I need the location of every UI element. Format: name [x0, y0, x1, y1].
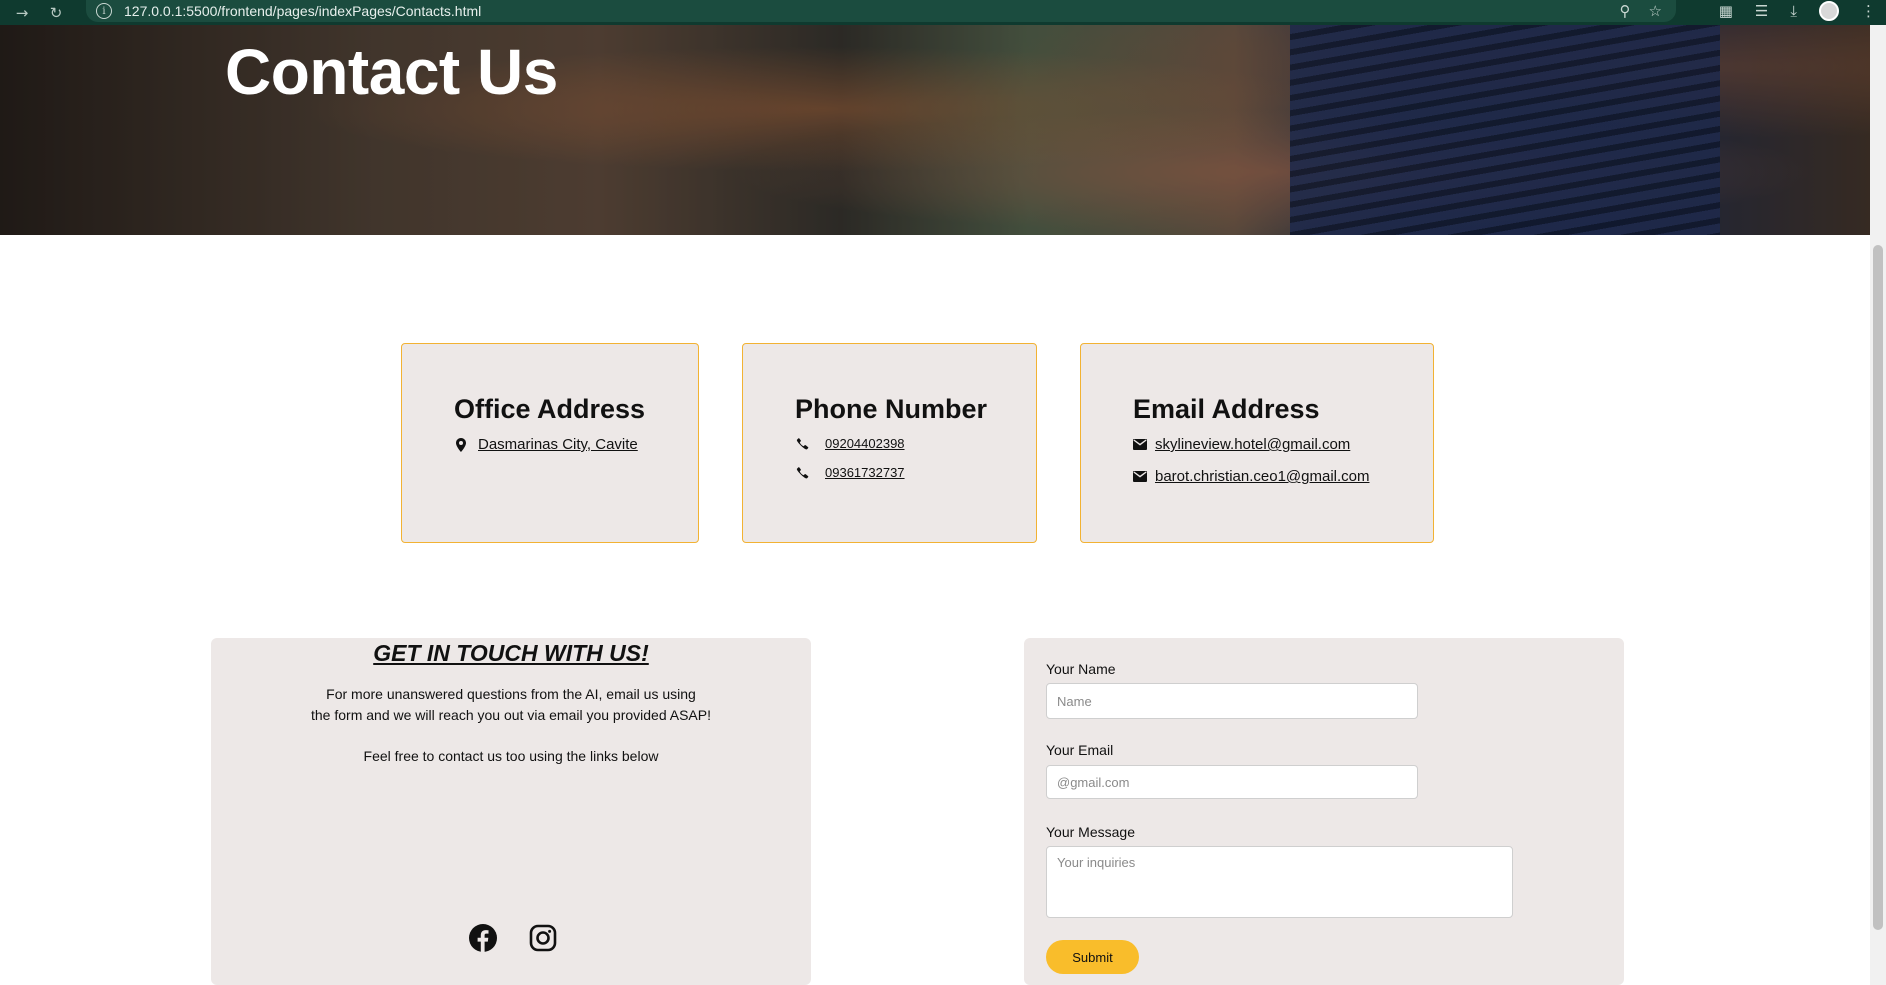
office-address-row: Dasmarinas City, Cavite [454, 436, 638, 453]
map-pin-icon [454, 437, 468, 452]
url-text: 127.0.0.1:5500/frontend/pages/indexPages… [124, 3, 482, 19]
email-row: skylineview.hotel@gmail.com [1133, 436, 1350, 453]
get-in-touch-description: For more unanswered questions from the A… [211, 684, 811, 726]
office-address-link[interactable]: Dasmarinas City, Cavite [478, 436, 638, 453]
menu-kebab-icon[interactable]: ⋮ [1861, 2, 1876, 20]
forward-arrow-icon[interactable]: → [10, 1, 34, 25]
get-in-touch-panel: GET IN TOUCH WITH US! For more unanswere… [211, 638, 811, 985]
office-address-title: Office Address [454, 394, 646, 424]
phone-link[interactable]: 09204402398 [825, 436, 905, 451]
phone-icon [795, 437, 809, 450]
email-label: Your Email [1046, 742, 1114, 758]
email-link[interactable]: barot.christian.ceo1@gmail.com [1155, 468, 1369, 485]
name-input[interactable] [1046, 683, 1418, 719]
media-control-icon[interactable]: ☰ [1755, 2, 1768, 20]
page-title: Contact Us [225, 36, 558, 108]
message-textarea[interactable] [1046, 846, 1513, 918]
site-info-icon[interactable]: i [96, 3, 112, 19]
email-row: barot.christian.ceo1@gmail.com [1133, 468, 1369, 485]
submit-button[interactable]: Submit [1046, 940, 1139, 974]
extensions-icon[interactable]: ▦ [1719, 2, 1733, 20]
description-line: the form and we will reach you out via e… [311, 707, 711, 723]
download-icon[interactable]: ⤓ [1790, 2, 1797, 20]
description-line: For more unanswered questions from the A… [326, 686, 696, 702]
email-link[interactable]: skylineview.hotel@gmail.com [1155, 436, 1350, 453]
phone-link[interactable]: 09361732737 [825, 465, 905, 480]
contact-links-note: Feel free to contact us too using the li… [363, 748, 659, 764]
email-address-card: Email Address skylineview.hotel@gmail.co… [1080, 343, 1434, 543]
phone-icon [795, 466, 809, 479]
get-in-touch-title: GET IN TOUCH WITH US! [373, 639, 649, 666]
phone-number-card: Phone Number 09204402398 09361732737 [742, 343, 1037, 543]
message-label: Your Message [1046, 824, 1135, 840]
email-address-title: Email Address [1133, 394, 1320, 424]
envelope-icon [1133, 439, 1147, 450]
email-input[interactable] [1046, 765, 1418, 799]
zoom-icon[interactable]: ⚲ [1620, 2, 1631, 20]
address-bar[interactable]: i 127.0.0.1:5500/frontend/pages/indexPag… [86, 0, 1676, 22]
hero-banner: Contact Us [0, 25, 1870, 235]
envelope-icon [1133, 471, 1147, 482]
phone-row: 09361732737 [795, 465, 905, 480]
profile-avatar[interactable] [1819, 1, 1839, 21]
browser-toolbar: → ↻ i 127.0.0.1:5500/frontend/pages/inde… [0, 0, 1886, 25]
bookmark-star-icon[interactable]: ☆ [1649, 2, 1662, 20]
instagram-icon[interactable] [528, 923, 558, 953]
reload-icon[interactable]: ↻ [44, 1, 68, 25]
office-address-card: Office Address Dasmarinas City, Cavite [401, 343, 699, 543]
facebook-icon[interactable] [468, 923, 498, 953]
contact-form-panel: Your Name Your Email Your Message Submit [1024, 638, 1624, 985]
scrollbar-thumb[interactable] [1873, 245, 1883, 930]
phone-number-title: Phone Number [795, 394, 988, 424]
name-label: Your Name [1046, 661, 1116, 677]
phone-row: 09204402398 [795, 436, 905, 451]
